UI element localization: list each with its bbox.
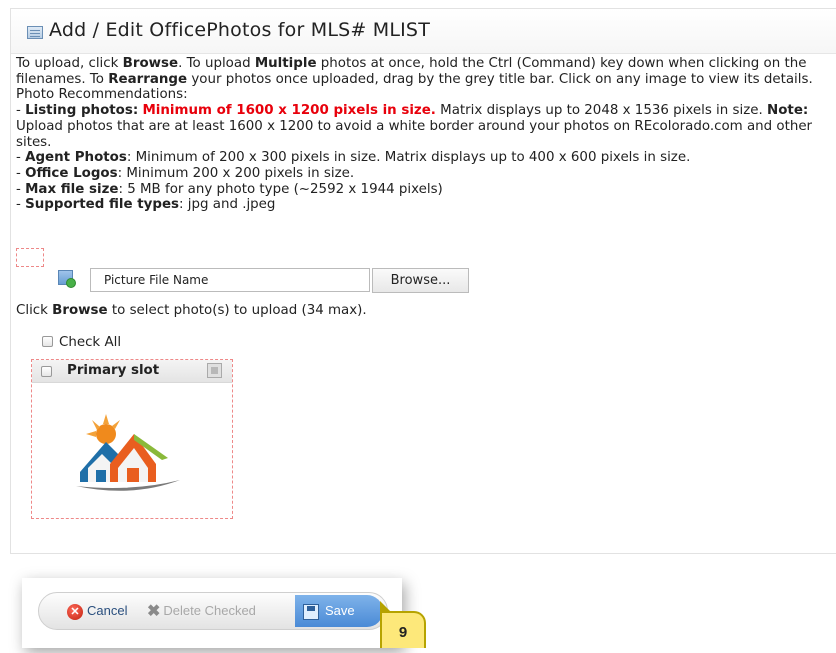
action-toolbar-container: ✕ Cancel ✖ Delete Checked Save — [22, 578, 402, 648]
primary-photo-slot[interactable]: Primary slot — [31, 359, 233, 519]
upload-hint: Click Browse to select photo(s) to uploa… — [16, 303, 367, 318]
delete-label: Delete Checked — [163, 603, 256, 618]
check-all-label: Check All — [59, 335, 122, 350]
cancel-button[interactable]: ✕ Cancel — [67, 598, 127, 624]
enlarge-icon[interactable] — [207, 363, 222, 378]
bullet: - — [16, 103, 26, 119]
text: . To upload — [178, 56, 255, 71]
upload-instructions: To upload, click Browse. To upload Multi… — [16, 56, 826, 213]
cancel-label: Cancel — [87, 603, 128, 618]
bullet: - — [16, 150, 26, 166]
action-toolbar: ✕ Cancel ✖ Delete Checked Save — [38, 592, 388, 630]
check-all[interactable]: Check All — [42, 335, 121, 350]
save-label: Save — [325, 603, 355, 618]
browse-button[interactable]: Browse... — [372, 268, 469, 293]
panel-header: Add / Edit OfficePhotos for MLS# MLIST — [11, 9, 836, 54]
office-logos-label: Office Logos — [25, 165, 118, 181]
max-file-size-label: Max file size — [25, 181, 119, 197]
text: your photos once uploaded, drag by the g… — [187, 71, 813, 87]
page-title: Add / Edit OfficePhotos for MLS# MLIST — [49, 19, 430, 41]
step-callout: 9 — [380, 601, 426, 648]
text: : Minimum 200 x 200 pixels in size. — [117, 165, 355, 181]
multiple-keyword: Multiple — [254, 56, 317, 71]
text: Matrix displays up to 2048 x 1536 pixels… — [435, 103, 768, 119]
bullet: - — [16, 165, 26, 181]
rearrange-keyword: Rearrange — [108, 71, 188, 87]
listing-minimum-warning: Minimum of 1600 x 1200 pixels in size. — [142, 103, 436, 119]
slot-checkbox[interactable] — [41, 366, 52, 377]
cancel-x-icon: ✕ — [67, 603, 83, 620]
bullet: - — [16, 197, 26, 213]
listing-photos-label: Listing photos: — [25, 103, 139, 119]
drop-zone[interactable] — [16, 248, 44, 267]
file-types-label: Supported file types — [25, 197, 180, 213]
text: : Minimum of 200 x 300 pixels in size. M… — [126, 150, 691, 166]
browse-keyword: Browse — [122, 56, 179, 71]
text: Click — [16, 303, 53, 318]
check-all-checkbox[interactable] — [42, 335, 53, 347]
delete-checked-button[interactable]: ✖ Delete Checked — [147, 598, 256, 624]
house-logo-image[interactable] — [72, 412, 192, 492]
text: to select photo(s) to upload (34 max). — [107, 303, 367, 318]
text: : jpg and .jpeg — [179, 197, 276, 213]
bullet: - — [16, 181, 26, 197]
note-label: Note: — [767, 103, 809, 119]
text: : 5 MB for any photo type (~2592 x 1944 … — [118, 181, 443, 197]
text: Upload photos that are at least 1600 x 1… — [16, 118, 813, 150]
picture-file-name-field[interactable]: Picture File Name — [90, 268, 370, 292]
browse-keyword: Browse — [52, 303, 108, 318]
recommendations-heading: Photo Recommendations: — [16, 87, 188, 103]
sun-rays-icon — [86, 414, 120, 444]
floppy-disk-icon — [303, 603, 319, 620]
slot-title-bar[interactable]: Primary slot — [32, 360, 232, 383]
table-icon — [27, 26, 43, 39]
agent-photos-label: Agent Photos — [25, 150, 127, 166]
save-button[interactable]: Save — [295, 595, 383, 627]
delete-x-icon: ✖ — [147, 602, 161, 620]
slot-label: Primary slot — [67, 363, 160, 378]
add-picture-icon — [58, 270, 76, 288]
text: To upload, click — [16, 56, 123, 71]
